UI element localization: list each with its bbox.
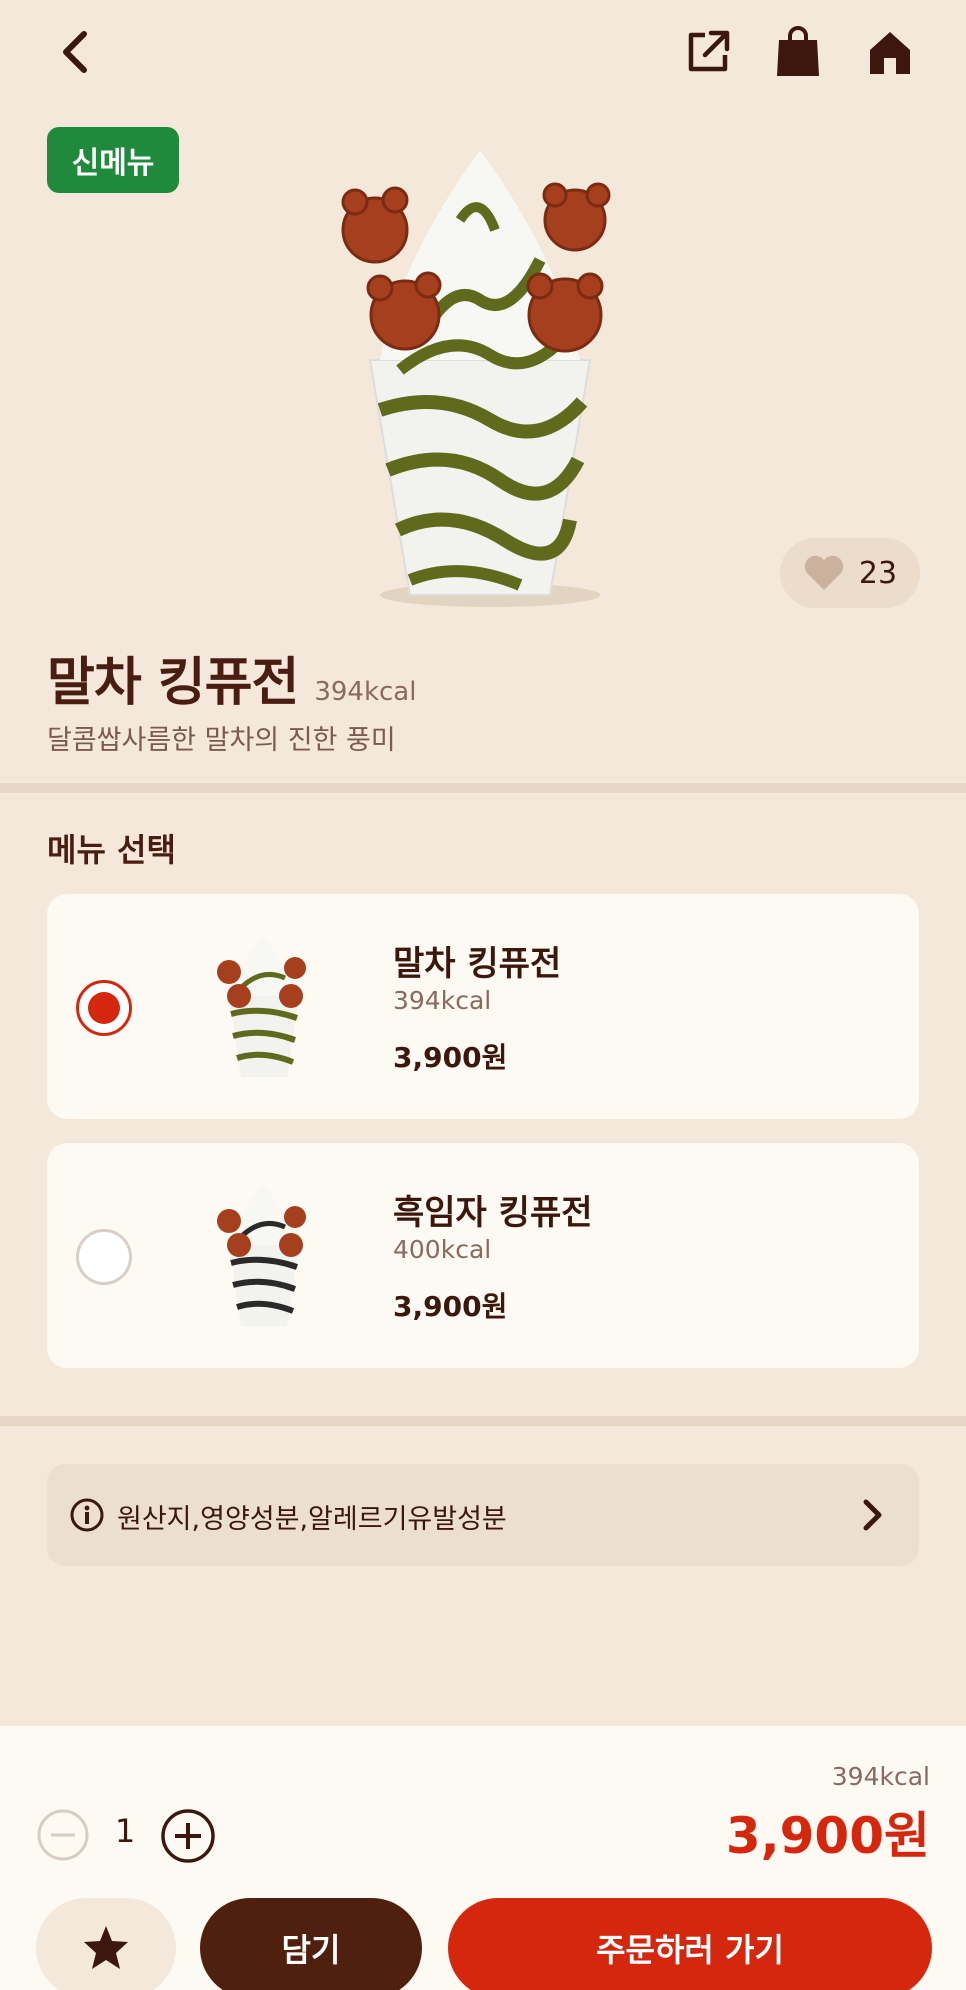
section-divider xyxy=(0,1416,966,1426)
favorite-button[interactable] xyxy=(36,1898,176,1990)
share-icon xyxy=(688,30,730,72)
add-to-cart-button[interactable]: 담기 xyxy=(200,1898,422,1990)
option-kcal: 394kcal xyxy=(393,986,492,1015)
chevron-left-icon xyxy=(63,31,87,73)
total-price: 3,900원 xyxy=(725,1807,930,1865)
info-icon xyxy=(70,1498,104,1532)
quantity-value: 1 xyxy=(114,1812,136,1850)
product-kcal: 394kcal xyxy=(314,677,417,707)
radio-unselected[interactable] xyxy=(76,1229,132,1285)
quantity-increase-button[interactable] xyxy=(160,1808,216,1864)
option-price: 3,900원 xyxy=(393,1041,508,1074)
quantity-decrease-button[interactable] xyxy=(36,1808,90,1862)
option-thumbnail xyxy=(217,936,306,1077)
nutrition-info-label: 원산지,영양성분,알레르기유발성분 xyxy=(117,1504,507,1535)
back-button[interactable] xyxy=(44,20,108,84)
total-kcal: 394kcal xyxy=(831,1762,930,1791)
home-button[interactable] xyxy=(858,20,922,84)
option-name: 말차 킹퓨전 xyxy=(393,944,562,984)
chevron-right-icon xyxy=(863,1499,882,1531)
new-menu-badge: 신메뉴 xyxy=(47,127,179,193)
menu-option-card[interactable]: 말차 킹퓨전 394kcal 3,900원 xyxy=(47,894,919,1119)
section-divider xyxy=(0,783,966,793)
option-price: 3,900원 xyxy=(393,1290,508,1323)
option-thumbnail xyxy=(217,1185,306,1326)
heart-icon xyxy=(804,555,844,590)
option-kcal: 400kcal xyxy=(393,1235,492,1264)
product-description: 달콤쌉사름한 말차의 진한 풍미 xyxy=(47,725,396,756)
product-name: 말차 킹퓨전 xyxy=(47,653,299,713)
product-image xyxy=(341,150,611,607)
nutrition-info-link[interactable]: 원산지,영양성분,알레르기유발성분 xyxy=(47,1464,919,1566)
product-title-row: 말차 킹퓨전 394kcal xyxy=(47,640,416,715)
menu-option-card[interactable]: 흑임자 킹퓨전 400kcal 3,900원 xyxy=(47,1143,919,1368)
like-button[interactable]: 23 xyxy=(780,538,920,608)
option-name: 흑임자 킹퓨전 xyxy=(393,1193,593,1233)
share-button[interactable] xyxy=(676,20,740,84)
radio-selected[interactable] xyxy=(76,980,132,1036)
home-icon xyxy=(870,32,910,74)
menu-select-title: 메뉴 선택 xyxy=(47,831,176,869)
like-count: 23 xyxy=(858,555,898,591)
go-to-order-button[interactable]: 주문하러 가기 xyxy=(448,1898,932,1990)
shopping-bag-icon xyxy=(777,26,819,76)
star-icon xyxy=(84,1926,128,1969)
top-bar xyxy=(0,0,966,110)
cart-icon-button[interactable] xyxy=(766,20,830,84)
